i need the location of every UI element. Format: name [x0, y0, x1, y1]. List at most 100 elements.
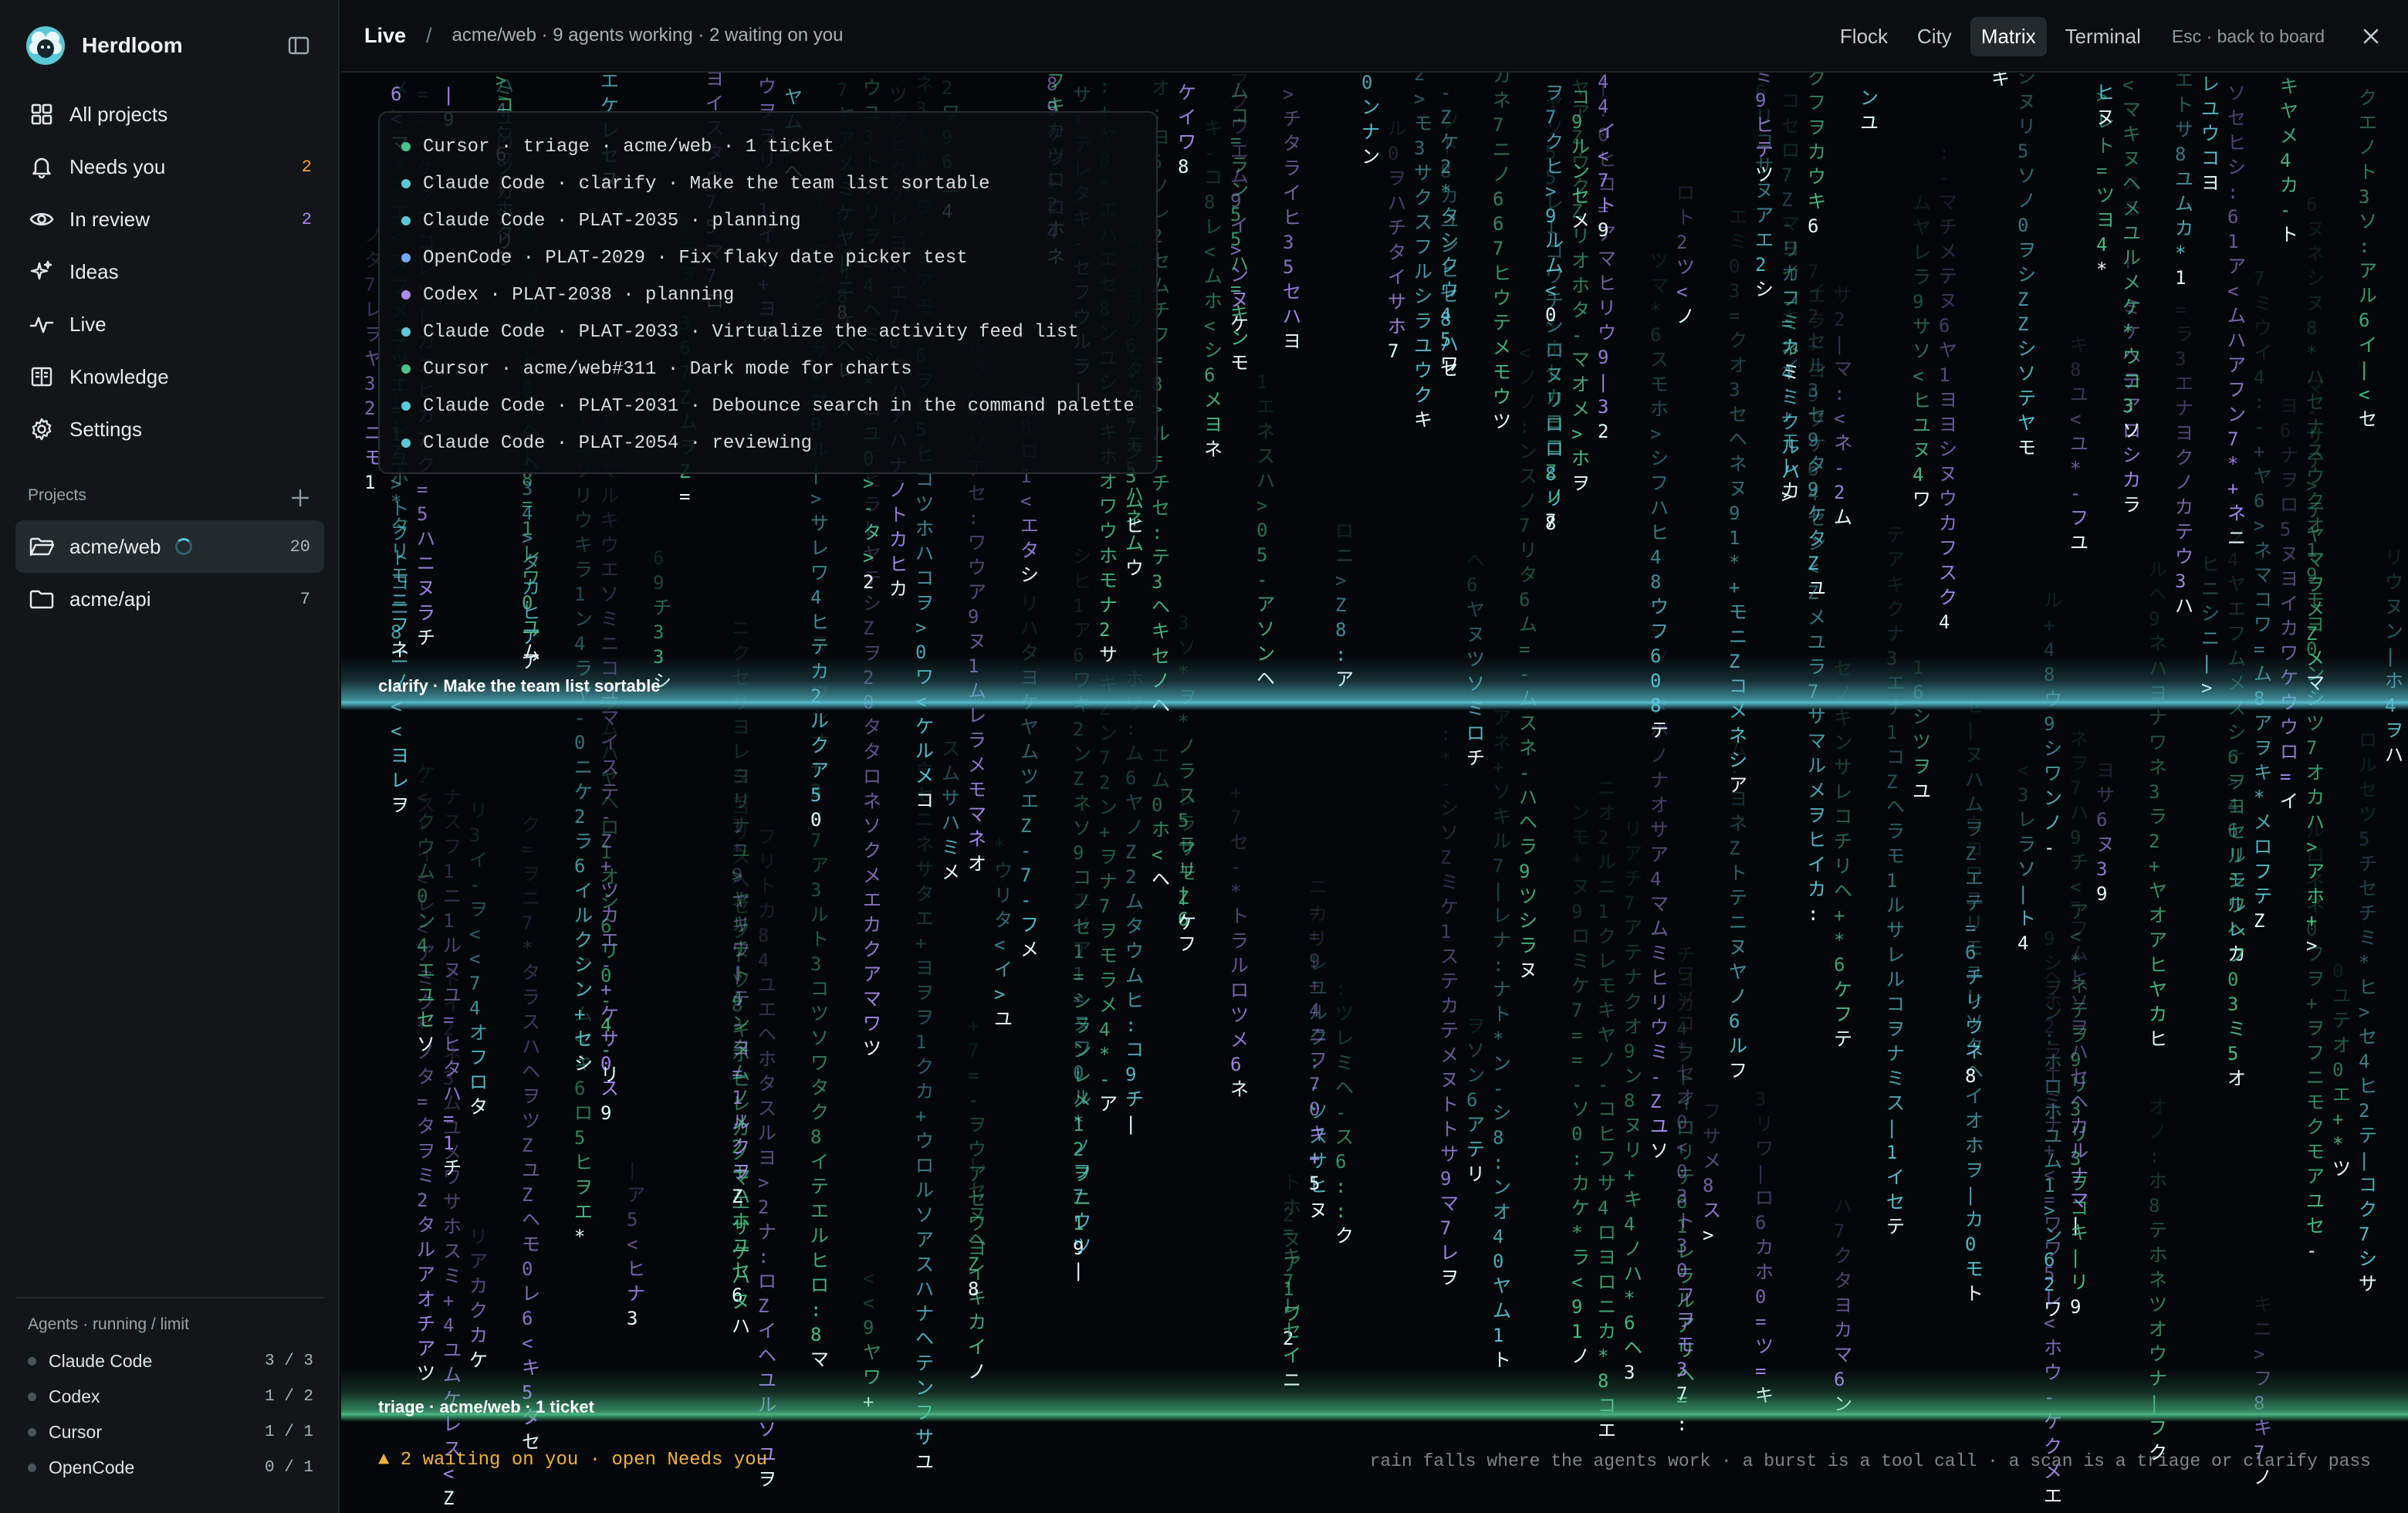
rain-glyph: ス: [1335, 1126, 1354, 1148]
rain-glyph: |: [1965, 1184, 1976, 1206]
rain-glyph: モ: [522, 1234, 540, 1255]
rain-glyph: ネ: [2149, 756, 2167, 778]
rain-glyph: ヤ: [1939, 340, 1957, 361]
tab-matrix[interactable]: Matrix: [1970, 16, 2047, 56]
rain-glyph: ネ: [1073, 793, 1091, 814]
agent-color-dot: [401, 364, 411, 374]
tab-flock[interactable]: Flock: [1829, 17, 1899, 56]
rain-glyph: ア: [1099, 1093, 1118, 1115]
rain-glyph: 6: [1755, 81, 1766, 103]
rain-glyph: フ: [758, 826, 776, 848]
nav-live[interactable]: Live: [15, 298, 324, 350]
ticket-row[interactable]: Codex · PLAT-2038 · planning: [380, 276, 1156, 313]
rain-glyph: 2: [1073, 719, 1084, 740]
nav-needs-you[interactable]: Needs you 2: [15, 140, 324, 193]
rain-glyph: 3: [2359, 186, 2369, 208]
waiting-warning-link[interactable]: ▲ 2 waiting on you · open Needs you: [378, 1450, 767, 1471]
rain-glyph: *: [2175, 242, 2186, 264]
rain-glyph: ス: [443, 811, 462, 833]
brand[interactable]: Herdloom: [25, 23, 183, 68]
ticket-row[interactable]: Claude Code · PLAT-2035 · planning: [380, 202, 1156, 239]
rain-glyph: フ: [1808, 92, 1826, 113]
rain-glyph: 2: [1834, 482, 1845, 503]
ticket-row[interactable]: Claude Code · clarify · Make the team li…: [380, 165, 1156, 202]
nav-in-review[interactable]: In review 2: [15, 193, 324, 245]
rain-glyph: ル: [574, 905, 593, 926]
nav-settings[interactable]: Settings: [15, 403, 324, 455]
rain-glyph: ム: [1125, 891, 1144, 912]
close-icon[interactable]: [2356, 21, 2386, 52]
rain-glyph: ヤ: [2149, 979, 2167, 1000]
rain-glyph: :: [2227, 181, 2238, 203]
rain-glyph: チ: [1624, 868, 1642, 889]
rain-glyph: =: [1729, 305, 1740, 327]
rain-glyph: シ: [2201, 603, 2220, 624]
ticket-row[interactable]: Claude Code · PLAT-2033 · Virtualize the…: [380, 313, 1156, 350]
rain-glyph: チ: [1125, 1088, 1144, 1110]
rain-glyph: ヌ: [2306, 218, 2325, 240]
ticket-row[interactable]: OpenCode · PLAT-2029 · Fix flaky date pi…: [380, 239, 1156, 276]
rain-glyph: レ: [1886, 944, 1905, 966]
rain-glyph: マ: [1834, 358, 1852, 380]
rain-glyph: ヲ: [1808, 804, 1826, 826]
rain-glyph: ユ: [758, 974, 776, 996]
rain-glyph: マ: [1650, 275, 1669, 296]
rain-glyph: -: [1204, 142, 1215, 164]
rain-glyph: ロ: [915, 1155, 934, 1176]
project-acme-web[interactable]: acme/web 20: [15, 520, 324, 573]
rain-glyph: ナ: [2044, 1115, 2062, 1136]
rain-glyph: カ: [1808, 141, 1826, 163]
rain-glyph: マ: [2122, 99, 2141, 120]
rain-glyph: ソ: [2227, 83, 2246, 104]
tab-city[interactable]: City: [1906, 17, 1963, 56]
ticket-row[interactable]: Cursor · triage · acme/web · 1 ticket: [380, 128, 1156, 165]
rain-glyph: 5: [2044, 1263, 2055, 1285]
rain-glyph: ケ: [1178, 912, 1196, 933]
rain-glyph: ヌ: [1624, 1115, 1642, 1136]
rain-glyph: -: [732, 1013, 742, 1034]
rain-glyph: 2: [1676, 232, 1687, 253]
nav-ideas[interactable]: Ideas: [15, 245, 324, 298]
rain-glyph: ロ: [1598, 1222, 1616, 1244]
rain-glyph: +: [968, 1015, 979, 1037]
rain-glyph: ア: [2359, 260, 2377, 282]
rain-glyph: ル: [2149, 559, 2167, 580]
rain-glyph: +: [1309, 975, 1320, 997]
nav-knowledge[interactable]: Knowledge: [15, 350, 324, 403]
rain-glyph: +: [443, 1290, 454, 1312]
rain-glyph: :: [1335, 1176, 1346, 1197]
ticket-row[interactable]: Cursor · acme/web#311 · Dark mode for ch…: [380, 350, 1156, 388]
rain-glyph: +: [2254, 441, 2264, 462]
rain-glyph: 4: [810, 587, 821, 608]
rain-glyph: Z: [2017, 313, 2028, 335]
project-acme-api[interactable]: acme/api 7: [15, 573, 324, 625]
rain-glyph: Z: [968, 1254, 979, 1275]
rain-glyph: ン: [1361, 96, 1380, 118]
rain-glyph: ヲ: [1676, 1309, 1695, 1331]
agent-row-opencode: OpenCode 0 / 1: [28, 1450, 313, 1485]
rain-glyph: 0: [1729, 256, 1740, 277]
tab-terminal[interactable]: Terminal: [2055, 17, 2152, 56]
ticket-row[interactable]: Claude Code · PLAT-2054 · reviewing: [380, 425, 1156, 462]
rain-glyph: マ: [1598, 248, 1616, 269]
rain-glyph: 0: [1676, 1161, 1687, 1183]
rain-glyph: 1: [1571, 1321, 1582, 1342]
rain-glyph: 7: [837, 80, 847, 101]
rain-glyph: -: [1440, 82, 1451, 103]
nav-all-projects[interactable]: All projects: [15, 88, 324, 140]
rain-glyph: :: [1729, 763, 1740, 785]
rain-glyph: レ: [1913, 242, 1931, 263]
add-project-icon[interactable]: [287, 485, 313, 511]
ticket-row[interactable]: Claude Code · PLAT-2031 · Debounce searc…: [380, 388, 1156, 425]
rain-glyph: キ: [574, 1053, 593, 1075]
rain-glyph: テ: [2175, 521, 2193, 543]
rain-glyph: ラ: [574, 559, 593, 580]
rain-glyph: ワ: [2044, 763, 2062, 784]
sidebar-toggle-icon[interactable]: [287, 34, 310, 57]
breadcrumb-live[interactable]: Live: [364, 24, 406, 48]
nav-label: All projects: [69, 102, 168, 126]
rain-glyph: ミ: [1335, 1052, 1354, 1074]
rain-glyph: =: [417, 479, 428, 500]
rain-glyph: ツ: [1493, 411, 1511, 432]
rain-glyph: <: [1204, 241, 1215, 262]
